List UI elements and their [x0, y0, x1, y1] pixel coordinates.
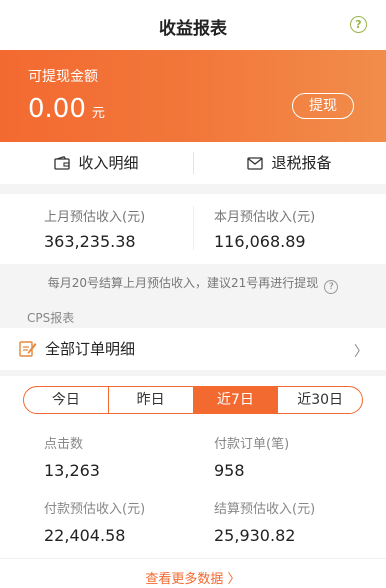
all-orders-label: 全部订单明细 — [45, 340, 136, 358]
balance-amount: 0.00 元 — [28, 94, 105, 124]
view-more-link[interactable]: 查看更多数据 〉 — [0, 568, 386, 587]
tab-last-30-days[interactable]: 近30日 — [277, 387, 362, 413]
settlement-notice: 每月20号结算上月预估收入，建议21号再进行提现? — [0, 270, 386, 296]
this-month-label: 本月预估收入(元) — [214, 210, 316, 225]
estimate-divider — [193, 206, 194, 250]
settle-income-label: 结算预估收入(元) — [214, 502, 316, 517]
income-estimates: 上月预估收入(元) 363,235.38 本月预估收入(元) 116,068.8… — [0, 194, 386, 264]
paid-income-value: 22,404.58 — [44, 526, 126, 545]
balance-label: 可提现金额 — [28, 69, 98, 85]
tab-last-7-days[interactable]: 近7日 — [192, 387, 278, 413]
edit-note-icon — [19, 340, 37, 361]
action-bar: 收入明细 退税报备 — [0, 142, 386, 184]
top-nav-bar: 收益报表 ? — [0, 0, 386, 50]
tab-today[interactable]: 今日 — [24, 387, 108, 413]
income-detail-label: 收入明细 — [78, 154, 139, 172]
tab-yesterday[interactable]: 昨日 — [107, 387, 193, 413]
balance-value: 0.00 — [28, 94, 86, 124]
last-month-estimate: 上月预估收入(元) 363,235.38 — [44, 206, 145, 251]
income-detail-button[interactable]: 收入明细 — [0, 142, 193, 184]
balance-unit: 元 — [91, 106, 105, 121]
clicks-label: 点击数 — [44, 437, 84, 452]
paid-income-label: 付款预估收入(元) — [44, 502, 146, 517]
period-tabs: 今日 昨日 近7日 近30日 — [23, 386, 363, 414]
more-divider — [0, 558, 386, 559]
settle-income-stat: 结算预估收入(元) 25,930.82 — [214, 498, 315, 545]
paid-orders-stat: 付款订单(笔) 958 — [214, 433, 289, 480]
wallet-icon — [54, 144, 71, 186]
last-month-label: 上月预估收入(元) — [44, 210, 146, 225]
clicks-stat: 点击数 13,263 — [44, 433, 100, 480]
this-month-value: 116,068.89 — [214, 232, 306, 251]
notice-help-icon[interactable]: ? — [324, 280, 339, 294]
mail-icon — [247, 144, 264, 186]
all-orders-row[interactable]: 全部订单明细 〉 — [0, 328, 386, 370]
withdraw-button[interactable]: 提现 — [292, 93, 354, 119]
paid-income-stat: 付款预估收入(元) 22,404.58 — [44, 498, 145, 545]
balance-banner: 可提现金额 0.00 元 提现 — [0, 50, 386, 142]
paid-orders-label: 付款订单(笔) — [214, 437, 290, 452]
clicks-value: 13,263 — [44, 461, 100, 480]
this-month-estimate: 本月预估收入(元) 116,068.89 — [214, 206, 315, 251]
tax-refund-button[interactable]: 退税报备 — [193, 142, 386, 184]
paid-orders-value: 958 — [214, 461, 245, 480]
tax-refund-label: 退税报备 — [271, 154, 332, 172]
last-month-value: 363,235.38 — [44, 232, 136, 251]
notice-text: 每月20号结算上月预估收入，建议21号再进行提现 — [47, 276, 319, 290]
page-title: 收益报表 — [159, 19, 227, 39]
chevron-right-icon: 〉 — [354, 344, 368, 360]
stats-panel: 今日 昨日 近7日 近30日 点击数 13,263 付款订单(笔) 958 付款… — [0, 376, 386, 588]
cps-section-label: CPS报表 — [27, 311, 75, 325]
settle-income-value: 25,930.82 — [214, 526, 296, 545]
help-icon[interactable]: ? — [350, 16, 367, 33]
